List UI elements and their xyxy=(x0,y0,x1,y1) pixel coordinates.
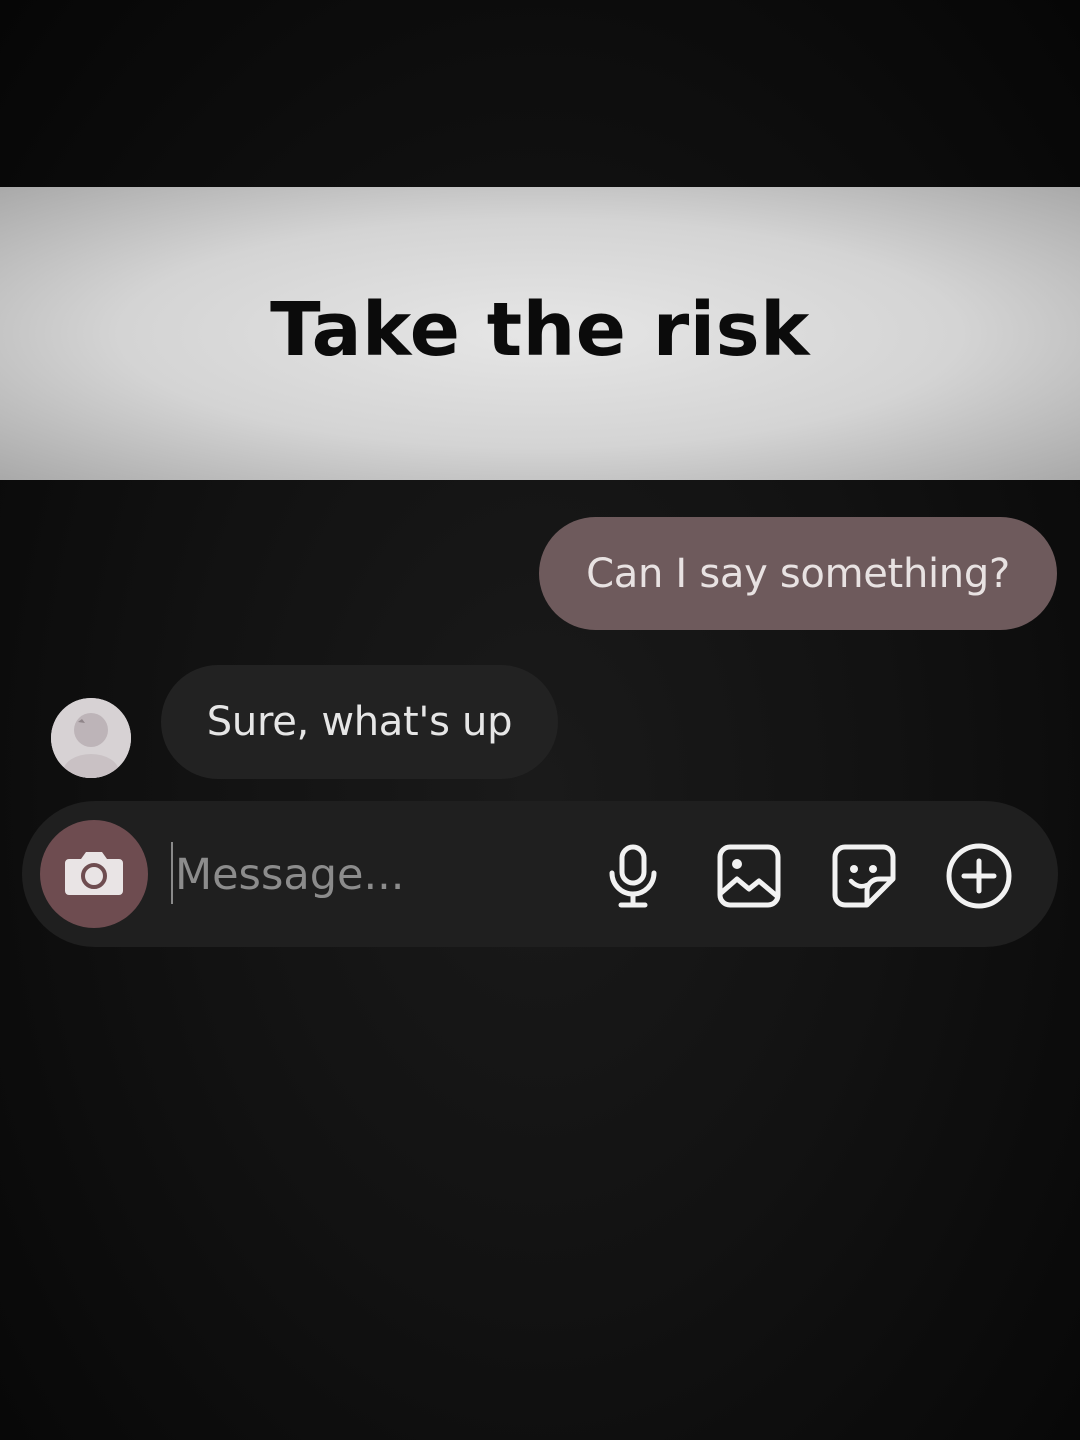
title-text: Take the risk xyxy=(270,286,810,373)
text-caret xyxy=(171,842,173,904)
message-input[interactable] xyxy=(175,845,575,905)
sent-message-bubble[interactable]: Can I say something? xyxy=(539,517,1057,630)
sticker-button[interactable] xyxy=(828,840,900,912)
gallery-button[interactable] xyxy=(713,840,785,912)
sent-message-text: Can I say something? xyxy=(586,550,1010,597)
microphone-button[interactable] xyxy=(597,840,669,912)
more-options-button[interactable] xyxy=(943,840,1015,912)
title-banner: Take the risk xyxy=(0,187,1080,480)
sticker-icon xyxy=(832,844,896,908)
received-message-text: Sure, what's up xyxy=(206,699,513,745)
camera-icon xyxy=(65,852,123,895)
avatar[interactable] xyxy=(51,698,131,778)
avatar-image xyxy=(51,698,131,778)
gallery-icon xyxy=(717,844,781,908)
page: Take the risk Can I say something? Sure,… xyxy=(0,0,1080,1440)
plus-circle-icon xyxy=(946,843,1012,909)
microphone-icon xyxy=(609,844,657,908)
received-message-bubble[interactable]: Sure, what's up xyxy=(161,665,558,779)
camera-button[interactable] xyxy=(40,820,148,928)
